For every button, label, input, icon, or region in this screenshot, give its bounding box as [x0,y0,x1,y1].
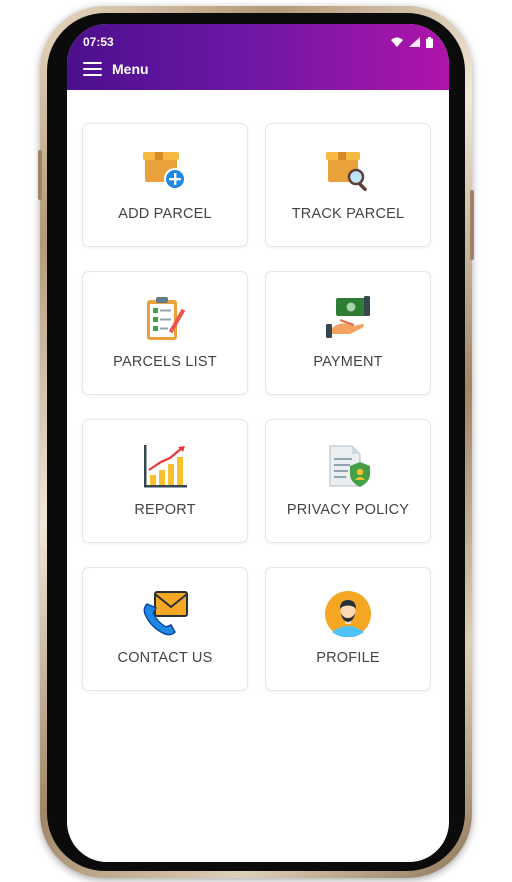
track-parcel-card[interactable]: TRACK PARCEL [265,123,431,247]
clipboard-checklist-icon [147,297,186,340]
hamburger-menu-icon[interactable] [83,62,102,76]
profile-card[interactable]: PROFILE [265,567,431,691]
page-title: Menu [112,61,149,77]
payment-label: PAYMENT [313,354,383,370]
status-icons [391,36,433,48]
report-label: REPORT [134,502,196,518]
parcels-list-label: PARCELS LIST [113,354,217,370]
volume-button [38,150,42,200]
menu-grid: ADD PARCEL TRACK PARCEL PARCELS LIST PAY… [82,123,431,691]
bar-chart-report-icon [144,445,187,488]
phone-envelope-icon [143,591,188,636]
profile-label: PROFILE [316,650,380,666]
add-parcel-icon [143,152,186,190]
track-parcel-icon [326,152,367,192]
add-parcel-label: ADD PARCEL [118,206,212,222]
report-card[interactable]: REPORT [82,419,248,543]
battery-icon [426,36,433,48]
payment-card[interactable]: PAYMENT [265,271,431,395]
document-shield-icon [329,445,370,487]
power-button [470,190,474,260]
track-parcel-label: TRACK PARCEL [291,206,405,222]
parcels-list-card[interactable]: PARCELS LIST [82,271,248,395]
contact-us-card[interactable]: CONTACT US [82,567,248,691]
status-time: 07:53 [83,35,114,49]
app-header: 07:53 Menu [67,24,449,90]
cash-payment-icon [326,296,370,338]
privacy-policy-label: PRIVACY POLICY [286,502,410,518]
add-parcel-card[interactable]: ADD PARCEL [82,123,248,247]
contact-us-label: CONTACT US [117,650,213,666]
user-avatar-icon [325,591,371,638]
app-screen: 07:53 Menu ADD PARCEL TRACK PARCEL PARCE… [67,24,449,862]
privacy-policy-card[interactable]: PRIVACY POLICY [265,419,431,543]
wifi-icon [391,37,403,47]
signal-icon [409,37,420,47]
